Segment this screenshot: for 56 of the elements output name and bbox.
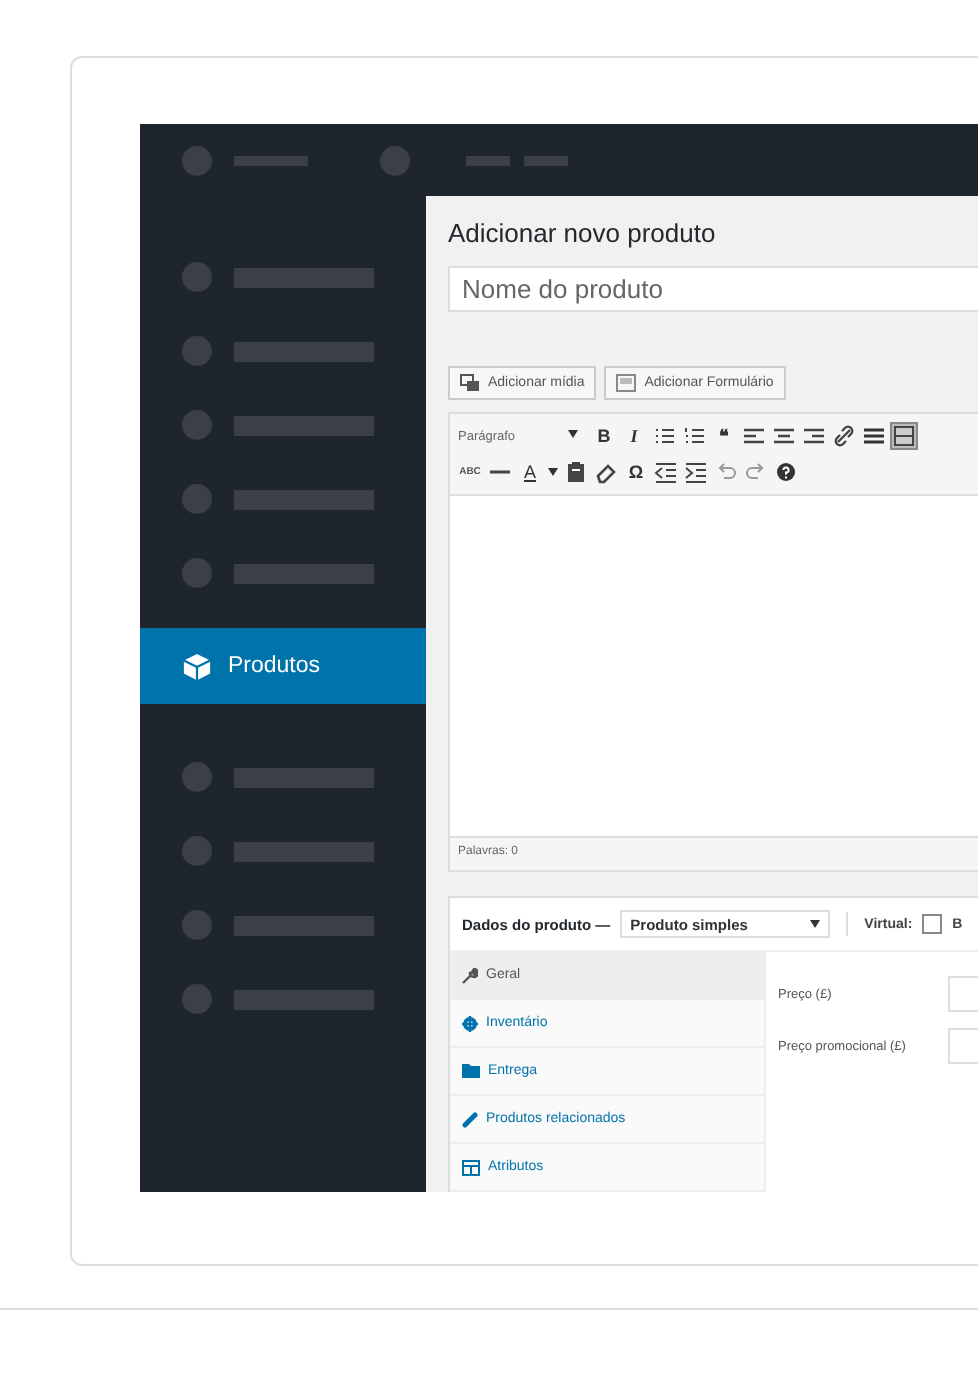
text-color-button[interactable]: A — [518, 462, 542, 482]
help-icon[interactable] — [774, 460, 798, 484]
placeholder-bar — [234, 563, 374, 583]
placeholder-bar — [234, 267, 374, 287]
link-icon — [462, 1111, 478, 1127]
placeholder-dot-icon — [182, 336, 212, 366]
placeholder-bar — [234, 415, 374, 435]
caret-icon — [568, 429, 578, 437]
product-name-field[interactable]: Nome do produto — [448, 266, 978, 312]
bold-button[interactable]: B — [592, 426, 616, 446]
placeholder-dot-icon — [182, 410, 212, 440]
media-icon — [460, 374, 480, 392]
clipboard-icon[interactable] — [564, 460, 588, 484]
sidebar-item[interactable]: Produtos — [140, 628, 426, 704]
outdent-icon[interactable] — [654, 460, 678, 484]
placeholder-dot-icon — [182, 762, 212, 792]
box-icon — [182, 651, 212, 681]
page-title: Adicionar novo produto — [448, 218, 718, 252]
placeholder-bar — [234, 989, 374, 1009]
folder-icon — [462, 1064, 480, 1078]
symbol-button[interactable]: Ω — [624, 462, 648, 482]
indent-icon[interactable] — [684, 460, 708, 484]
placeholder-dot-icon — [182, 910, 212, 940]
caret-icon — [810, 920, 821, 928]
placeholder-bar — [234, 341, 374, 361]
align-right-icon[interactable] — [802, 424, 826, 448]
caret-icon — [548, 468, 558, 476]
wrench-icon — [462, 967, 478, 983]
placeholder-dot-icon — [182, 262, 212, 292]
quote-button[interactable]: ❝ — [712, 426, 736, 446]
placeholder-dot-icon — [182, 484, 212, 514]
placeholder-bar — [234, 841, 374, 861]
placeholder-bar — [524, 155, 568, 165]
link-icon[interactable] — [832, 424, 856, 448]
numbered-list-icon[interactable] — [682, 424, 706, 448]
bullet-list-icon[interactable] — [652, 424, 676, 448]
form-icon — [616, 374, 637, 392]
table-icon — [462, 1159, 480, 1175]
align-left-icon[interactable] — [742, 424, 766, 448]
placeholder-bar — [234, 915, 374, 935]
placeholder-dot-icon — [380, 145, 410, 175]
placeholder-bar — [234, 155, 308, 165]
placeholder-dot-icon — [182, 984, 212, 1014]
toolbar-toggle-icon[interactable] — [892, 424, 916, 448]
italic-button[interactable]: I — [622, 426, 646, 446]
placeholder-dot-icon — [182, 558, 212, 588]
virtual-checkbox[interactable] — [922, 914, 943, 934]
placeholder-dot-icon — [182, 145, 212, 175]
placeholder-bar — [234, 767, 374, 787]
gear-icon — [462, 1015, 478, 1031]
placeholder-dot-icon — [182, 836, 212, 866]
placeholder-bar — [234, 489, 374, 509]
align-center-icon[interactable] — [772, 424, 796, 448]
placeholder-bar — [466, 155, 510, 165]
eraser-icon[interactable] — [594, 460, 618, 484]
read-more-icon[interactable] — [862, 424, 886, 448]
